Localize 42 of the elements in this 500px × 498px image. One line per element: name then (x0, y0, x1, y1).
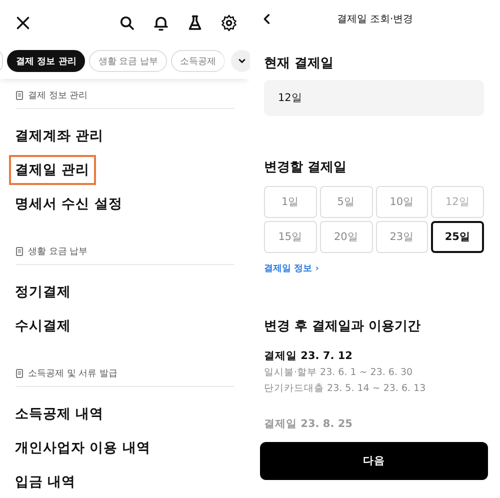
document-icon (16, 368, 24, 378)
menu-item[interactable]: 소득공제 내역 (9, 399, 110, 429)
section-heading: 소득공제 및 서류 발급 (28, 368, 118, 380)
menu-item[interactable]: 결제계좌 관리 (9, 121, 110, 151)
section-heading: 생활 요금 납부 (28, 246, 88, 258)
document-icon (16, 246, 24, 256)
period-date: 결제일 23. 7. 12 (264, 349, 354, 363)
day-option[interactable]: 15일 (264, 221, 317, 253)
menu-item[interactable]: 명세서 수신 설정 (9, 189, 128, 219)
next-button[interactable]: 다음 (260, 442, 488, 480)
bell-icon[interactable] (152, 14, 170, 32)
category-chip[interactable]: 소득공제 (171, 50, 226, 72)
current-date-label: 현재 결제일 (264, 55, 335, 72)
period-heading: 변경 후 결제일과 이용기간 (264, 318, 422, 335)
menu-item[interactable]: 정기결제 (9, 277, 77, 307)
search-icon[interactable] (118, 14, 136, 32)
section-heading: 결제 정보 관리 (28, 90, 88, 102)
day-option[interactable]: 10일 (376, 186, 428, 218)
settings-icon[interactable] (220, 14, 238, 32)
period-range: 단기카드대출 23. 5. 14 ~ 23. 6. 13 (264, 382, 427, 395)
expand-button[interactable] (231, 50, 250, 72)
day-option[interactable]: 5일 (320, 186, 372, 218)
period-range: 일시불·할부 23. 6. 1 ~ 23. 6. 30 (264, 366, 414, 379)
current-date-field: 12일 (264, 80, 484, 116)
chevron-down-icon (237, 56, 248, 66)
day-option[interactable]: 25일 (431, 221, 484, 253)
menu-item[interactable]: 결제일 관리 (9, 155, 96, 185)
close-icon[interactable] (14, 14, 32, 32)
flask-icon[interactable] (186, 14, 204, 32)
day-option[interactable]: 23일 (376, 221, 428, 253)
category-chip[interactable]: 결제 정보 관리 (7, 50, 86, 72)
period-date: 결제일 23. 8. 25 (264, 417, 354, 431)
document-icon (16, 90, 24, 100)
day-option[interactable]: 20일 (320, 221, 372, 253)
new-date-label: 변경할 결제일 (264, 159, 348, 176)
menu-item[interactable]: 개인사업자 이용 내역 (9, 433, 156, 463)
menu-item[interactable]: 입금 내역 (9, 467, 82, 497)
menu-item[interactable]: 수시결제 (9, 311, 77, 341)
date-info-link[interactable]: 결제일 정보 › (264, 262, 319, 275)
day-option[interactable]: 1일 (264, 186, 317, 218)
category-chip[interactable]: 생활 요금 납부 (89, 50, 168, 72)
screen-title: 결제일 조회·변경 (336, 13, 414, 26)
